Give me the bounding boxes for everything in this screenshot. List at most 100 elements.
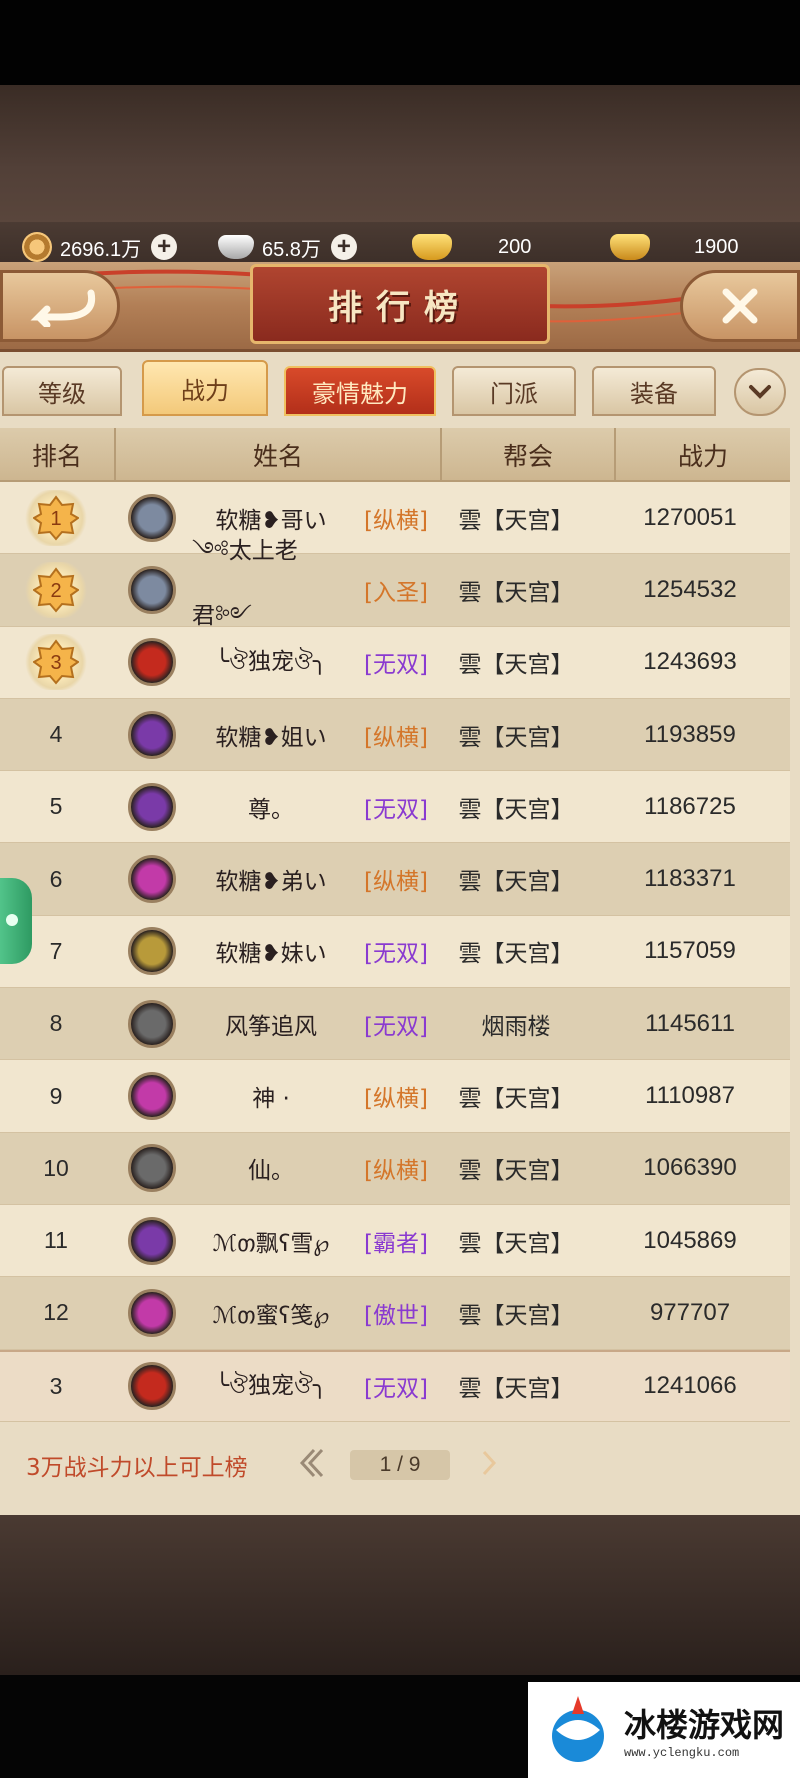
- next-page-button[interactable]: [476, 1446, 506, 1480]
- power-value: 1045869: [643, 1226, 737, 1254]
- table-footer: 3万战斗力以上可上榜 1 / 9: [0, 1428, 790, 1500]
- player-avatar-icon[interactable]: [128, 1288, 176, 1337]
- self-rank-row[interactable]: 3 ╰ঔ独宠ঔ╮ [无双] 雲【天宫】 1241066: [0, 1349, 790, 1422]
- header: 排行榜: [0, 262, 800, 352]
- table-row[interactable]: 5 尊。 [无双] 雲【天宫】 1186725: [0, 771, 790, 844]
- watermark: 冰楼游戏网 www.yclengku.com: [528, 1682, 800, 1778]
- gold-amount: 200: [498, 235, 532, 258]
- player-avatar-icon[interactable]: [128, 999, 176, 1048]
- player-name: ℳთ飘ʕ雪℘: [212, 1230, 330, 1257]
- table-header: 排名 姓名 帮会 战力: [0, 428, 790, 482]
- guild-name: 雲【天宫】: [458, 652, 574, 679]
- power-value: 1157059: [644, 937, 736, 965]
- guild-name: 烟雨楼: [481, 1013, 551, 1040]
- side-drawer-handle[interactable]: [0, 878, 32, 964]
- table-row[interactable]: 12 ℳთ蜜ʕ笺℘ [傲世] 雲【天宫】 977707: [0, 1277, 790, 1350]
- guild-name: 雲【天宫】: [458, 579, 574, 606]
- player-avatar-icon[interactable]: [128, 493, 176, 542]
- guild-name: 雲【天宫】: [458, 1376, 574, 1403]
- player-avatar-icon[interactable]: [128, 1216, 176, 1265]
- tab-charm[interactable]: 豪情魅力: [284, 366, 436, 416]
- page-indicator: 1 / 9: [350, 1450, 450, 1480]
- table-row[interactable]: 33 ╰ঔ独宠ঔ╮ [无双] 雲【天宫】 1243693: [0, 626, 790, 699]
- add-copper-button[interactable]: +: [151, 234, 178, 260]
- more-tabs-button[interactable]: [734, 368, 786, 416]
- back-button[interactable]: [0, 270, 120, 342]
- faction-tag: [霸者]: [364, 1230, 428, 1257]
- guild-name: 雲【天宫】: [458, 941, 574, 968]
- rank-number: 6: [49, 865, 63, 892]
- rank-number: 8: [49, 1010, 63, 1037]
- player-avatar-icon[interactable]: [128, 782, 176, 831]
- player-avatar-icon[interactable]: [128, 927, 176, 976]
- player-avatar-icon[interactable]: [128, 710, 176, 759]
- avatar-cell: [112, 1144, 192, 1193]
- threshold-text: 3万战斗力以上可上榜: [26, 1455, 248, 1481]
- prev-page-button[interactable]: [296, 1446, 326, 1480]
- table-row[interactable]: 7 软糖❥妹い [无双] 雲【天宫】 1157059: [0, 915, 790, 989]
- rank-cell: 4: [0, 721, 112, 748]
- player-avatar-icon[interactable]: [128, 565, 176, 614]
- avatar-cell: [112, 1216, 192, 1265]
- power-value: 1270051: [643, 503, 737, 531]
- rank-cell: 3: [0, 1373, 112, 1400]
- faction-tag: [纵横]: [364, 869, 428, 896]
- player-avatar-icon[interactable]: [128, 1362, 176, 1411]
- player-avatar-icon[interactable]: [128, 1144, 176, 1193]
- tab-sect[interactable]: 门派: [452, 366, 576, 416]
- guild-name: 雲【天宫】: [458, 796, 574, 823]
- top-bar: [0, 0, 800, 85]
- faction-tag: [无双]: [364, 796, 428, 823]
- handle-dot-icon: [6, 914, 18, 926]
- power-value: 1183371: [644, 865, 736, 893]
- copper-amount: 2696.1万: [60, 238, 142, 261]
- close-button[interactable]: [680, 270, 800, 342]
- power-value: 1193859: [644, 720, 736, 748]
- rank-number: 11: [44, 1227, 68, 1254]
- table-row[interactable]: 9 神 · [纵横] 雲【天宫】 1110987: [0, 1060, 790, 1133]
- chevron-down-icon: [749, 385, 771, 399]
- player-name: 软糖❥姐い: [215, 724, 327, 751]
- column-rank: 排名: [0, 428, 116, 482]
- table-row[interactable]: 6 软糖❥弟い [纵横] 雲【天宫】 1183371: [0, 843, 790, 916]
- player-name: 软糖❥妹い: [215, 941, 327, 968]
- table-row[interactable]: 11软糖❥哥い[纵横]雲【天宫】1270051: [0, 482, 790, 555]
- table-row[interactable]: 22 ༺太上老君༻ [入圣] 雲【天宫】 1254532: [0, 538, 790, 629]
- rank-cell: 22: [0, 561, 112, 618]
- rank-cell: 33: [0, 634, 112, 691]
- table-row[interactable]: 8 风筝追风 [无双] 烟雨楼 1145611: [0, 988, 790, 1061]
- title-plaque: 排行榜: [250, 264, 550, 344]
- player-name: 风筝追风: [225, 1013, 317, 1040]
- column-name: 姓名: [116, 428, 442, 482]
- player-name: ༺太上老君༻: [192, 537, 298, 629]
- table-row[interactable]: 4 软糖❥姐い [纵横] 雲【天宫】 1193859: [0, 698, 790, 772]
- player-avatar-icon[interactable]: [128, 855, 176, 904]
- tab-power[interactable]: 战力: [142, 360, 268, 416]
- chevron-left-icon: [299, 1448, 324, 1478]
- avatar-cell: [112, 1288, 192, 1337]
- svg-text:3: 3: [50, 652, 61, 674]
- avatar-cell: [112, 1362, 192, 1411]
- page-title: 排行榜: [328, 287, 472, 328]
- svg-text:2: 2: [50, 580, 61, 602]
- power-value: 977707: [649, 1298, 731, 1326]
- rank-number: 4: [49, 721, 63, 748]
- tab-equipment[interactable]: 装备: [592, 366, 716, 416]
- ranking-table: 排名 姓名 帮会 战力 11软糖❥哥い[纵横]雲【天宫】1270051 22 ༺太上…: [0, 428, 790, 1422]
- rank-cell: 12: [0, 1299, 112, 1326]
- copper-coin-icon: [22, 232, 52, 262]
- player-name: ╰ঔ独宠ঔ╮: [215, 1373, 327, 1400]
- rank-medal-icon: 3: [22, 634, 90, 691]
- table-row[interactable]: 10 仙。 [纵横] 雲【天宫】 1066390: [0, 1132, 790, 1205]
- tab-level[interactable]: 等级: [2, 366, 122, 416]
- add-silver-button[interactable]: +: [330, 234, 357, 260]
- avatar-cell: [112, 1072, 192, 1121]
- rank-cell: 5: [0, 793, 112, 820]
- guild-name: 雲【天宫】: [458, 724, 574, 751]
- rank-number: 7: [49, 937, 63, 964]
- player-avatar-icon[interactable]: [128, 638, 176, 687]
- table-row[interactable]: 11 ℳთ飘ʕ雪℘ [霸者] 雲【天宫】 1045869: [0, 1204, 790, 1278]
- avatar-cell: [112, 710, 192, 759]
- rank-cell: 8: [0, 1010, 112, 1037]
- player-avatar-icon[interactable]: [128, 1072, 176, 1121]
